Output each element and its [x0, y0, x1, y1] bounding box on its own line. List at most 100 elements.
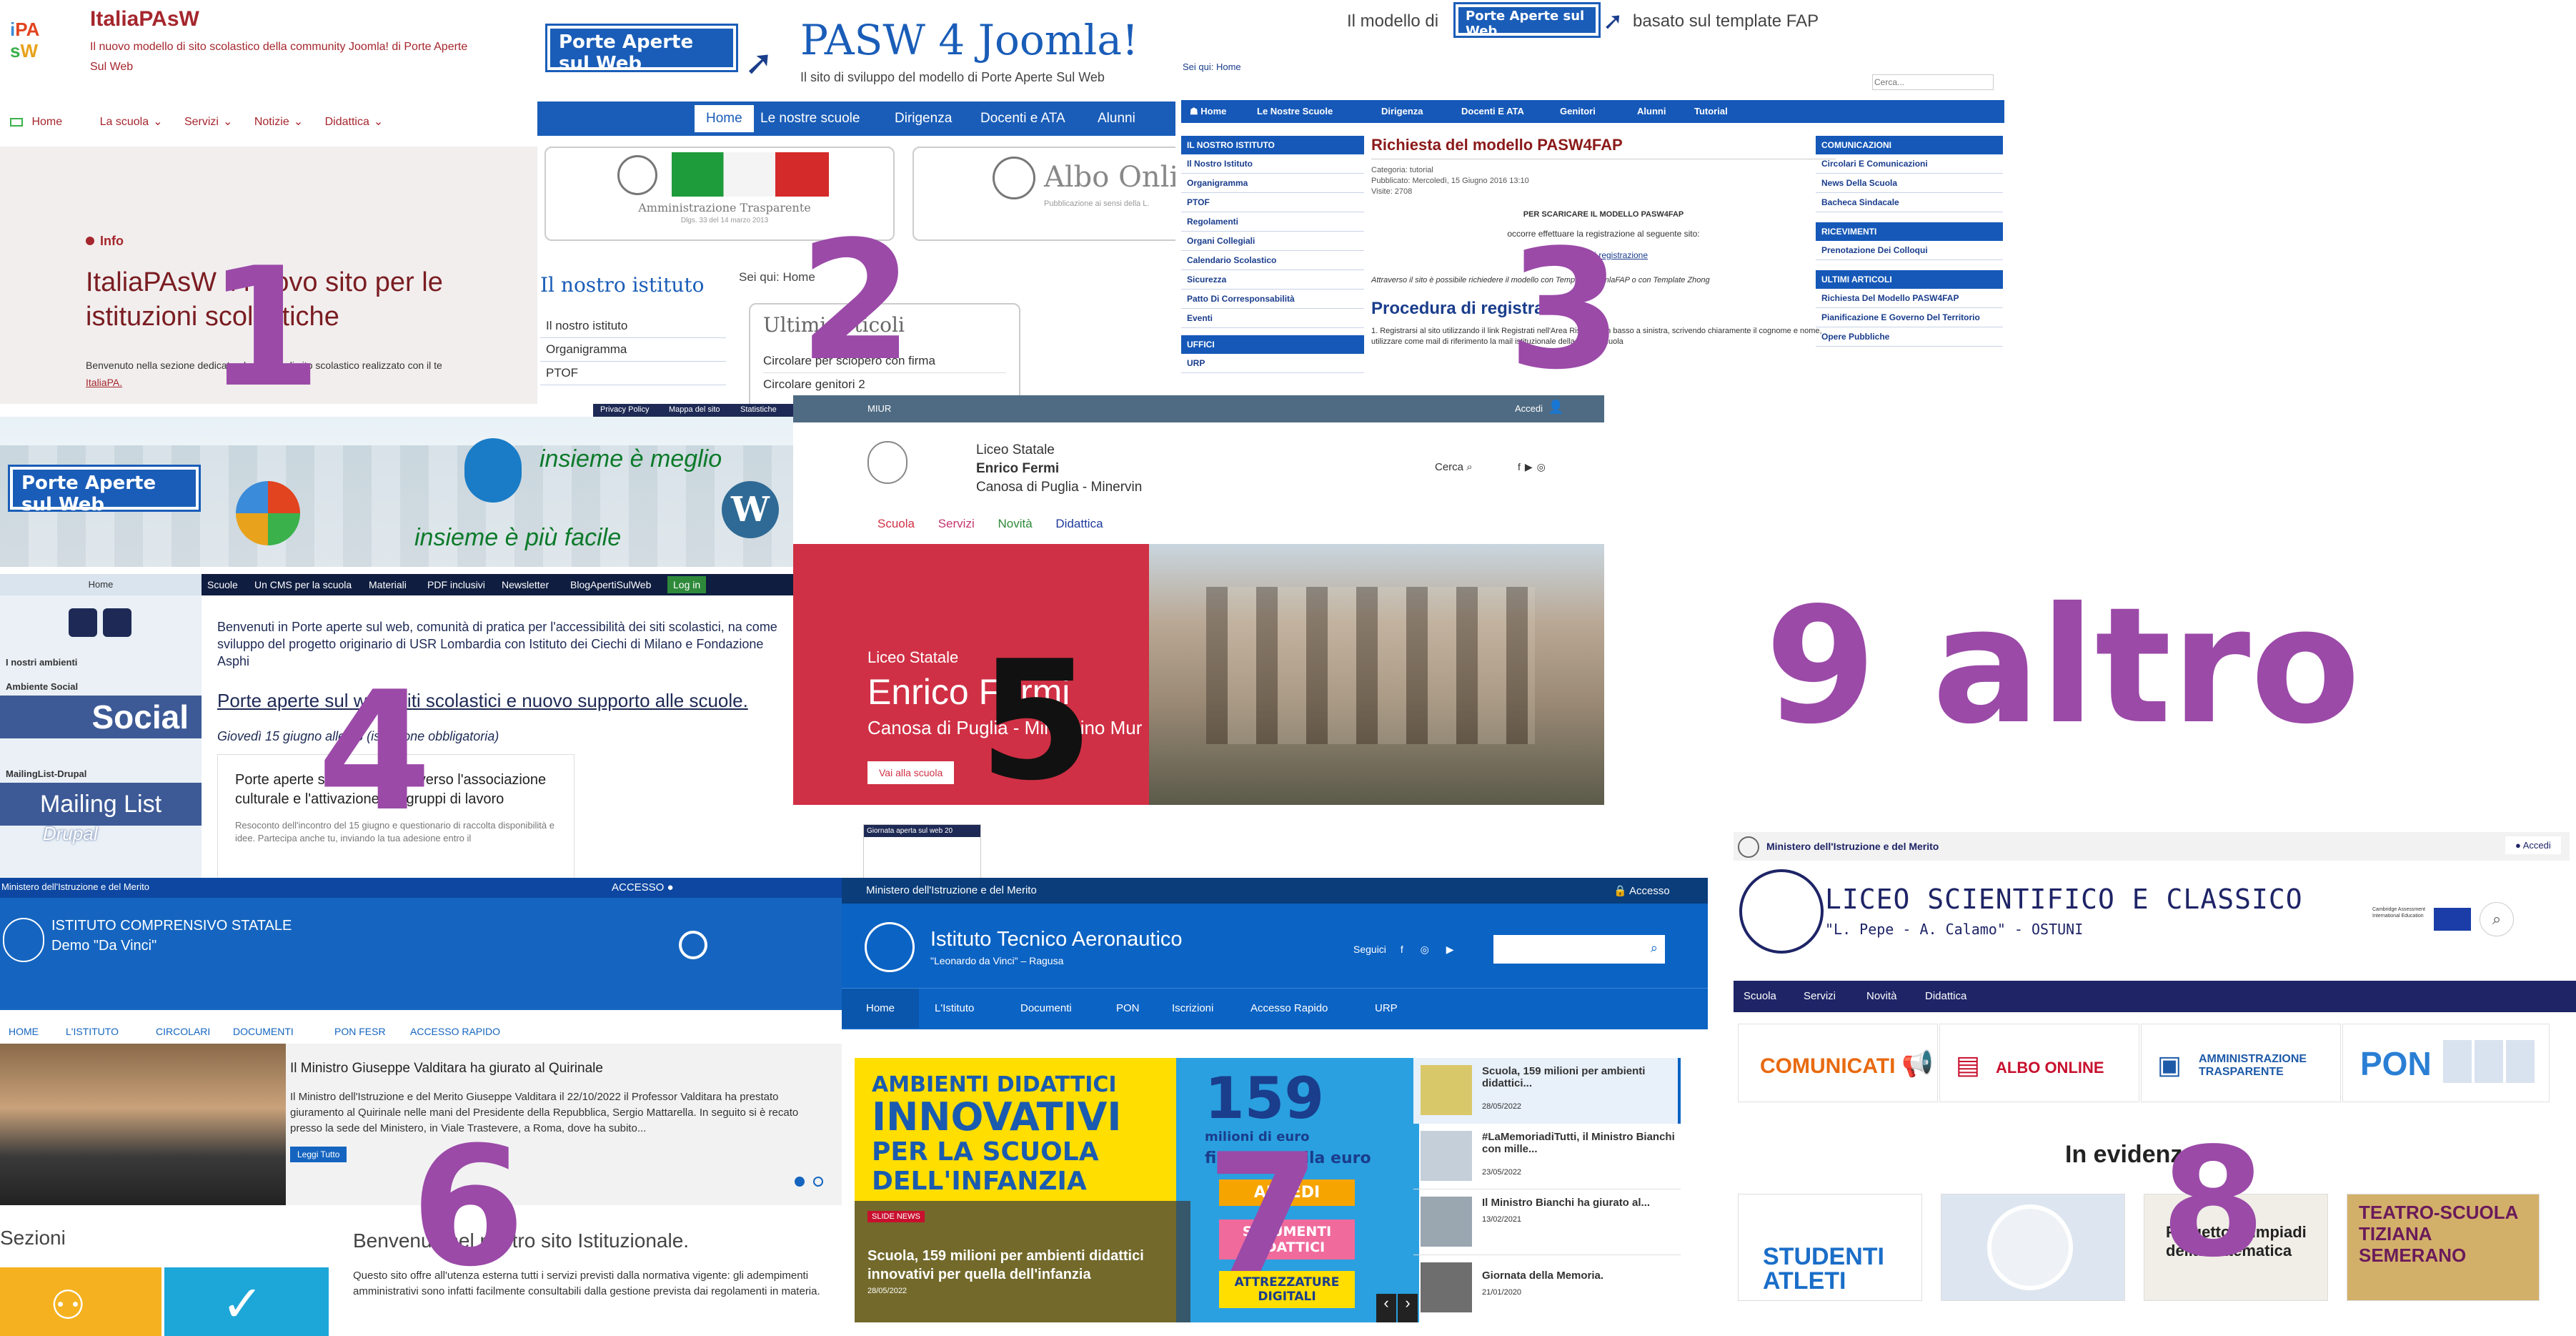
nav-circolari[interactable]: CIRCOLARI: [156, 1026, 210, 1037]
nav-accesso-rapido[interactable]: Accesso Rapido: [1250, 1002, 1328, 1014]
sidebar-item[interactable]: Organigramma: [540, 338, 726, 362]
login-button[interactable]: Log in: [667, 576, 707, 593]
nav-documenti[interactable]: Documenti: [1020, 1002, 1072, 1014]
nav-didattica[interactable]: Didattica: [325, 116, 369, 129]
news-item[interactable]: Giornata della Memoria. 21/01/2020: [1413, 1255, 1681, 1321]
highlight-card[interactable]: TEATRO-SCUOLA TIZIANA SEMERANO: [2347, 1194, 2540, 1301]
italiapa-link[interactable]: ItaliaPA.: [86, 377, 122, 388]
news-item[interactable]: Scuola, 159 milioni per ambienti didatti…: [1413, 1058, 1681, 1124]
nav-newsletter[interactable]: Newsletter: [502, 579, 549, 590]
sidebar-item[interactable]: Prenotazione Dei Colloqui: [1816, 241, 2003, 260]
instagram-icon[interactable]: ◎: [1537, 461, 1550, 472]
school-name[interactable]: Demo "Da Vinci": [51, 938, 156, 954]
site-title[interactable]: ItaliaPAsW: [90, 7, 199, 31]
nav-cms[interactable]: Un CMS per la scuola: [254, 579, 352, 590]
sidebar-item[interactable]: Il nostro istituto: [540, 315, 726, 338]
sidebar-item[interactable]: Richiesta Del Modello PASW4FAP: [1816, 289, 2003, 308]
nav-didattica[interactable]: Didattica: [1925, 990, 1966, 1002]
news-item[interactable]: Il Ministro Bianchi ha giurato al... 13/…: [1413, 1189, 1681, 1255]
nav-docenti-ata[interactable]: Docenti e ATA: [980, 111, 1065, 127]
nav-pon[interactable]: PON: [1116, 1002, 1140, 1014]
quick-link-pon[interactable]: PON: [2342, 1024, 2550, 1102]
sidebar-item[interactable]: Eventi: [1181, 309, 1364, 328]
search-button[interactable]: ⌕: [2480, 902, 2514, 936]
facebook-icon[interactable]: f: [1401, 944, 1403, 955]
carousel-dot[interactable]: [813, 1177, 823, 1187]
nav-materiali[interactable]: Materiali: [369, 579, 407, 590]
news-title[interactable]: Il Ministro Giuseppe Valditara ha giurat…: [290, 1061, 603, 1077]
nav-scuola[interactable]: Scuola: [877, 517, 915, 530]
logo[interactable]: iPA sW: [10, 19, 60, 66]
access-button[interactable]: ACCESSO ●: [612, 881, 674, 894]
sidebar-item[interactable]: Circolari E Comunicazioni: [1816, 154, 2003, 174]
sidebar-item[interactable]: Calendario Scolastico: [1181, 251, 1364, 270]
nav-documenti[interactable]: DOCUMENTI: [233, 1026, 294, 1037]
nav-dirigenza[interactable]: Dirigenza: [895, 111, 952, 127]
pasw-logo[interactable]: Porte Aperte sul Web ⠏⠕⠗⠞⠑ ⠁⠏⠑⠗⠞⠑: [547, 26, 736, 86]
nav-la-scuola[interactable]: La scuola: [100, 116, 149, 129]
nav-novita[interactable]: Novità: [1866, 990, 1897, 1002]
sidebar-item[interactable]: Organi Collegiali: [1181, 232, 1364, 251]
nav-pon[interactable]: PON FESR: [334, 1026, 386, 1037]
facebook-icon[interactable]: f: [1518, 461, 1525, 472]
quick-link-comunicati[interactable]: COMUNICATI 📢: [1738, 1024, 1938, 1102]
nav-notizie[interactable]: Notizie: [254, 116, 289, 129]
nav-le-nostre-scuole[interactable]: Le nostre scuole: [760, 111, 860, 127]
ministry-link[interactable]: Ministero dell'Istruzione e del Merito: [1766, 841, 1939, 852]
news-photo[interactable]: [0, 1044, 286, 1205]
site-title[interactable]: PASW 4 Joomla!: [800, 16, 1138, 64]
sidebar-item[interactable]: Regolamenti: [1181, 212, 1364, 232]
instagram-icon[interactable]: ◎: [1421, 944, 1429, 955]
section-tile-users[interactable]: ⚇: [0, 1267, 161, 1336]
nav-home[interactable]: Home: [31, 116, 62, 129]
sitemap-link[interactable]: Mappa del sito: [669, 405, 720, 414]
nav-docenti-ata[interactable]: Docenti E ATA: [1461, 106, 1524, 117]
nav-home[interactable]: ☗ Home: [1190, 106, 1226, 117]
school-header[interactable]: Liceo Statale Enrico Fermi Canosa di Pug…: [976, 441, 1142, 497]
search-icon[interactable]: [679, 931, 707, 959]
login-button[interactable]: ● Accedi: [2505, 836, 2561, 854]
nav-tutorial[interactable]: Tutorial: [1694, 106, 1728, 117]
nav-didattica[interactable]: Didattica: [1055, 517, 1103, 530]
stats-link[interactable]: Statistiche: [740, 405, 777, 414]
nav-blog[interactable]: BlogApertiSulWeb: [570, 579, 651, 590]
sidebar-item[interactable]: Il Nostro Istituto: [1181, 154, 1364, 174]
social-banner[interactable]: Social: [0, 696, 202, 738]
carousel-dot-active[interactable]: [795, 1177, 805, 1187]
nav-urp[interactable]: URP: [1375, 1002, 1398, 1014]
badge-card[interactable]: Giornata aperta sul web 20: [863, 824, 981, 881]
nav-servizi[interactable]: Servizi: [1804, 990, 1836, 1002]
miur-label[interactable]: MIUR: [867, 403, 891, 414]
youtube-icon[interactable]: ▶: [1446, 944, 1454, 955]
highlight-card[interactable]: STUDENTI ATLETI: [1738, 1194, 1922, 1301]
mailing-banner[interactable]: Mailing List: [0, 783, 202, 826]
nav-home[interactable]: Home: [842, 989, 920, 1028]
nav-novita[interactable]: Novità: [998, 517, 1032, 530]
youtube-icon[interactable]: [103, 608, 131, 637]
logo-icon[interactable]: [1739, 869, 1824, 954]
nav-istituto[interactable]: L'Istituto: [935, 1002, 974, 1014]
hero-button[interactable]: Vai alla scuola: [867, 761, 955, 784]
nav-accesso-rapido[interactable]: ACCESSO RAPIDO: [410, 1026, 500, 1037]
sidebar-item[interactable]: Patto Di Corresponsabilità: [1181, 290, 1364, 309]
prev-arrow[interactable]: ‹: [1376, 1294, 1396, 1322]
sidebar-item[interactable]: URP: [1181, 354, 1364, 373]
sidebar-item[interactable]: Organigramma: [1181, 174, 1364, 193]
nav-iscrizioni[interactable]: Iscrizioni: [1172, 1002, 1213, 1014]
news-item[interactable]: #LaMemoriadiTutti, il Ministro Bianchi c…: [1413, 1124, 1681, 1189]
access-button[interactable]: 🔒 Accesso: [1613, 884, 1670, 897]
sidebar-item[interactable]: Bacheca Sindacale: [1816, 193, 2003, 212]
banner-albo[interactable]: Albo Onli Pubblicazione ai sensi della L…: [912, 147, 1175, 241]
sidebar-item[interactable]: Pianificazione E Governo Del Territorio: [1816, 308, 2003, 327]
nav-scuole[interactable]: Scuole: [207, 579, 238, 590]
search-input[interactable]: ⌕: [1493, 935, 1665, 964]
highlight-card[interactable]: [1941, 1194, 2125, 1301]
pasw-logo[interactable]: Porte Aperte sul Web: [10, 467, 199, 515]
search-input[interactable]: [1872, 74, 1994, 90]
sidebar-item[interactable]: PTOF: [540, 362, 726, 385]
twitter-icon[interactable]: [69, 608, 97, 637]
slide-title[interactable]: Scuola, 159 milioni per ambienti didatti…: [867, 1247, 1178, 1284]
nav-pdf[interactable]: PDF inclusivi: [427, 579, 485, 590]
search-button[interactable]: Cerca ⌕: [1435, 461, 1473, 473]
pasw-logo[interactable]: Porte Aperte sul Web: [1456, 4, 1598, 39]
